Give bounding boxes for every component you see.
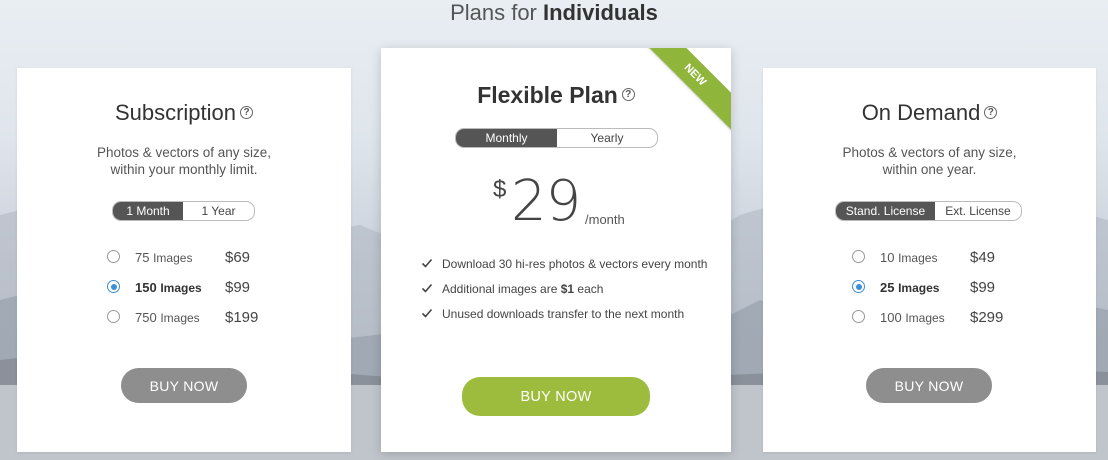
page-title-prefix: Plans for: [450, 0, 543, 25]
option-price: $49: [970, 248, 996, 266]
option-count-number: 100: [880, 309, 902, 325]
feature-list: Download 30 hi-res photos & vectors ever…: [421, 256, 721, 331]
option-count-number: 750: [135, 309, 157, 325]
toggle-1-month[interactable]: 1 Month: [113, 202, 183, 220]
toggle-1-year[interactable]: 1 Year: [183, 202, 254, 220]
toggle-yearly[interactable]: Yearly: [557, 129, 657, 147]
subscription-buy-now-button[interactable]: BUY NOW: [121, 368, 247, 403]
radio-button[interactable]: [107, 250, 120, 263]
option-count: 25 Images: [880, 280, 939, 295]
toggle-extended-license[interactable]: Ext. License: [935, 202, 1021, 220]
feature-text-prefix: Additional images are: [442, 282, 561, 296]
help-icon[interactable]: ?: [240, 105, 254, 119]
flexible-billing-toggle: Monthly Yearly: [455, 128, 658, 148]
price-amount: 29: [511, 169, 581, 234]
check-icon: [421, 283, 433, 293]
option-count-unit: Images: [898, 250, 938, 265]
on-demand-description: Photos & vectors of any size, within one…: [763, 144, 1096, 178]
feature-text-bold: $1: [560, 282, 575, 296]
option-count-number: 25: [880, 279, 895, 295]
option-count-unit: Images: [160, 310, 200, 325]
on-demand-desc-line2: within one year.: [882, 162, 977, 177]
on-demand-option-10[interactable]: 10 Images $49: [763, 247, 1096, 267]
radio-button-selected[interactable]: [852, 280, 865, 293]
radio-button[interactable]: [107, 310, 120, 323]
page-title-bold: Individuals: [543, 0, 658, 25]
feature-item: Unused downloads transfer to the next mo…: [421, 306, 721, 331]
on-demand-buy-now-button[interactable]: BUY NOW: [866, 368, 992, 403]
option-price: $99: [225, 278, 251, 296]
license-type-toggle: Stand. License Ext. License: [835, 201, 1022, 221]
on-demand-title: On Demand?: [763, 100, 1096, 126]
feature-text: Unused downloads transfer to the next mo…: [442, 307, 685, 321]
on-demand-desc-line1: Photos & vectors of any size,: [842, 145, 1017, 160]
subscription-period-toggle: 1 Month 1 Year: [112, 201, 255, 221]
subscription-desc-line2: within your monthly limit.: [110, 162, 258, 177]
radio-button[interactable]: [852, 310, 865, 323]
on-demand-card: On Demand? Photos & vectors of any size,…: [763, 68, 1096, 452]
option-price: $199: [225, 308, 259, 326]
option-price: $99: [970, 278, 996, 296]
subscription-desc-line1: Photos & vectors of any size,: [96, 145, 272, 160]
flexible-plan-title: Flexible Plan?: [381, 82, 731, 109]
option-count-unit: Images: [160, 280, 202, 295]
option-count: 10 Images: [880, 250, 937, 265]
subscription-title: Subscription?: [17, 100, 351, 126]
subscription-title-text: Subscription: [114, 100, 237, 125]
page-title: Plans for Individuals: [0, 0, 1108, 28]
option-price: $69: [225, 248, 251, 266]
option-count-number: 10: [880, 249, 895, 265]
check-icon: [421, 308, 433, 318]
price-display: $ 29 /month: [381, 172, 731, 232]
subscription-option-75[interactable]: 75 Images $69: [17, 247, 351, 267]
option-count-unit: Images: [153, 250, 193, 265]
toggle-standard-license[interactable]: Stand. License: [836, 202, 935, 220]
subscription-card: Subscription? Photos & vectors of any si…: [17, 68, 351, 452]
feature-item: Download 30 hi-res photos & vectors ever…: [421, 256, 721, 281]
price-currency: $: [493, 176, 507, 203]
option-count-unit: Images: [905, 310, 945, 325]
on-demand-option-100[interactable]: 100 Images $299: [763, 307, 1096, 327]
feature-text: Additional images are $1 each: [442, 282, 603, 296]
on-demand-title-text: On Demand: [861, 100, 981, 125]
radio-button[interactable]: [852, 250, 865, 263]
subscription-option-150[interactable]: 150 Images $99: [17, 277, 351, 297]
help-icon[interactable]: ?: [621, 88, 635, 102]
on-demand-option-25[interactable]: 25 Images $99: [763, 277, 1096, 297]
feature-text: Download 30 hi-res photos & vectors ever…: [442, 257, 708, 271]
option-count: 750 Images: [135, 310, 200, 325]
subscription-option-750[interactable]: 750 Images $199: [17, 307, 351, 327]
option-count-number: 150: [135, 279, 157, 295]
option-count: 75 Images: [135, 250, 192, 265]
feature-text-suffix: each: [574, 282, 604, 296]
radio-button-selected[interactable]: [107, 280, 120, 293]
help-icon[interactable]: ?: [984, 105, 998, 119]
price-period: /month: [585, 212, 625, 227]
toggle-monthly[interactable]: Monthly: [456, 129, 557, 147]
option-count: 150 Images: [135, 280, 202, 295]
flexible-plan-title-text: Flexible Plan: [477, 82, 618, 108]
option-count-number: 75: [135, 249, 150, 265]
option-count-unit: Images: [898, 280, 940, 295]
feature-item: Additional images are $1 each: [421, 281, 721, 306]
check-icon: [421, 258, 433, 268]
option-price: $299: [970, 308, 1004, 326]
option-count: 100 Images: [880, 310, 945, 325]
flexible-buy-now-button[interactable]: BUY NOW: [462, 377, 650, 416]
flexible-plan-card: NEW Flexible Plan? Monthly Yearly $ 29 /…: [381, 48, 731, 452]
subscription-description: Photos & vectors of any size, within you…: [17, 144, 351, 178]
